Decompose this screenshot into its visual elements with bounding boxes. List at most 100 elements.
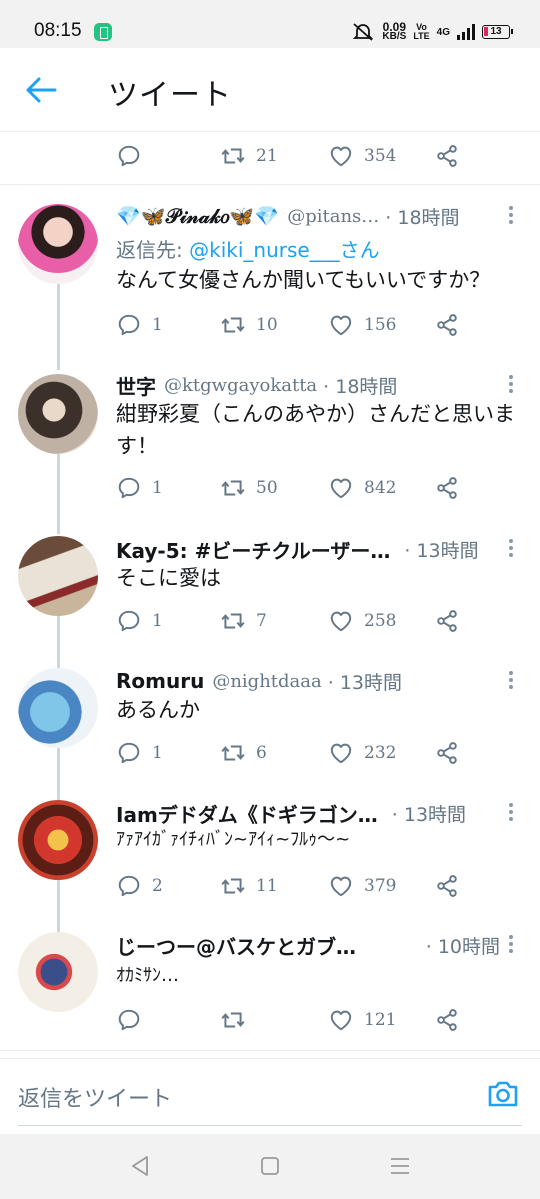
- like-button[interactable]: 379: [328, 871, 396, 901]
- retweet-count: 50: [256, 478, 278, 498]
- nav-home-icon[interactable]: [258, 1154, 282, 1178]
- tweet-actions: 1 7 258: [116, 606, 476, 636]
- retweet-button[interactable]: [220, 1005, 256, 1035]
- retweet-icon: [220, 873, 246, 899]
- share-button[interactable]: [434, 310, 460, 340]
- like-count: 258: [364, 611, 397, 631]
- reply-button[interactable]: 1: [116, 310, 163, 340]
- avatar[interactable]: [18, 374, 98, 454]
- tweet-item[interactable]: Romuru @nightdaaa · 13時間 あるんか 1 6 232: [0, 666, 540, 786]
- more-icon[interactable]: [506, 206, 516, 226]
- more-icon[interactable]: [506, 375, 516, 395]
- avatar[interactable]: [18, 800, 98, 880]
- more-icon[interactable]: [506, 935, 516, 955]
- share-button[interactable]: [434, 871, 460, 901]
- reply-button[interactable]: [116, 1005, 152, 1035]
- like-count: 232: [364, 743, 397, 763]
- camera-icon[interactable]: [486, 1077, 520, 1111]
- tweet-time: · 10時間: [425, 935, 500, 958]
- like-button[interactable]: 156: [328, 310, 396, 340]
- tweet-time: · 18時間: [323, 375, 398, 398]
- like-button[interactable]: 258: [328, 606, 396, 636]
- author-name[interactable]: 💎🦋𝒫𝒾𝓃𝒶𝓀𝑜🦋💎: [116, 204, 279, 228]
- retweet-icon: [220, 740, 246, 766]
- retweet-button[interactable]: 6: [220, 738, 267, 768]
- tweet-item[interactable]: Kay-5: #ビーチクルーザー… · 13時間 そこに愛は 1 7 258: [0, 534, 540, 654]
- more-icon[interactable]: [506, 671, 516, 691]
- share-button[interactable]: [434, 473, 460, 503]
- retweet-button[interactable]: 21: [220, 141, 278, 171]
- tweet-actions: 121: [116, 1005, 476, 1035]
- status-bar: 08:15 0.09 KB/S Vo LTE 4G 13: [0, 0, 540, 48]
- reply-button[interactable]: 1: [116, 606, 163, 636]
- system-nav-bar: [0, 1134, 540, 1199]
- nav-recents-icon[interactable]: [388, 1154, 412, 1178]
- author-name[interactable]: Kay-5: #ビーチクルーザー…: [116, 535, 390, 564]
- retweet-count: 10: [256, 315, 278, 335]
- like-icon: [328, 475, 354, 501]
- more-icon[interactable]: [506, 539, 516, 559]
- author-handle: @nightdaaa: [212, 670, 322, 692]
- retweet-button[interactable]: 10: [220, 310, 278, 340]
- like-button[interactable]: 121: [328, 1005, 396, 1035]
- share-button[interactable]: [434, 606, 460, 636]
- share-icon: [434, 143, 460, 169]
- back-arrow-icon[interactable]: [24, 74, 58, 106]
- author-name[interactable]: じーつー@バスケとガブ…: [116, 931, 356, 960]
- tweet-item[interactable]: Iamデドダム《ドギラゴン… · 13時間 ｱｧｱｲｶﾞｧｲﾁｨﾊﾞﾝ~ｱｲｨ~…: [0, 798, 540, 918]
- like-count: 842: [364, 478, 397, 498]
- tweet-item[interactable]: じーつー@バスケとガブ… · 10時間 ｵｶﾐｻﾝ… 121: [0, 930, 540, 1048]
- retweet-count: 21: [256, 146, 278, 166]
- share-icon: [434, 873, 460, 899]
- reply-count: 1: [152, 315, 163, 335]
- like-button[interactable]: 232: [328, 738, 396, 768]
- author-name[interactable]: Romuru: [116, 669, 204, 693]
- tweet-item[interactable]: 💎🦋𝒫𝒾𝓃𝒶𝓀𝑜🦋💎 @pitans… · 18時間 返信先: @kiki_nu…: [0, 200, 540, 360]
- tweet-header: Kay-5: #ビーチクルーザー… · 13時間: [116, 534, 500, 564]
- status-time: 08:15: [34, 20, 82, 41]
- share-button[interactable]: [434, 1005, 460, 1035]
- reply-composer: 返信をツイート: [0, 1058, 540, 1134]
- divider: [0, 1050, 540, 1051]
- share-icon: [434, 740, 460, 766]
- like-button[interactable]: 354: [328, 141, 396, 171]
- share-button[interactable]: [434, 738, 460, 768]
- reply-icon: [116, 312, 142, 338]
- more-icon[interactable]: [506, 803, 516, 823]
- share-button[interactable]: [434, 141, 460, 171]
- tweet-actions: 1 10 156: [116, 310, 476, 340]
- like-icon: [328, 873, 354, 899]
- tweet-header: 世字 @ktgwgayokatta · 18時間: [116, 370, 500, 400]
- retweet-button[interactable]: 7: [220, 606, 267, 636]
- battery-icon: 13: [482, 25, 513, 39]
- network-speed: 0.09 KB/S: [382, 21, 406, 42]
- top-tweet-actions: 21 354: [116, 141, 476, 171]
- battery-saver-icon: [94, 23, 112, 41]
- reply-button[interactable]: [116, 141, 142, 171]
- avatar[interactable]: [18, 668, 98, 748]
- tweet-item[interactable]: 世字 @ktgwgayokatta · 18時間 紺野彩夏（こんのあやか）さんだ…: [0, 370, 540, 520]
- volte-indicator: Vo LTE: [413, 23, 429, 41]
- reply-icon: [116, 1007, 142, 1033]
- nav-back-icon[interactable]: [128, 1154, 152, 1178]
- author-name[interactable]: 世字: [116, 371, 156, 400]
- retweet-icon: [220, 312, 246, 338]
- share-icon: [434, 1007, 460, 1033]
- reply-input[interactable]: 返信をツイート: [18, 1081, 172, 1113]
- tweet-text: ｱｧｱｲｶﾞｧｲﾁｨﾊﾞﾝ~ｱｲｨ~ﾌﾙｩ〜~: [116, 829, 351, 850]
- avatar[interactable]: [18, 932, 98, 1012]
- reply-button[interactable]: 2: [116, 871, 163, 901]
- retweet-button[interactable]: 11: [220, 871, 278, 901]
- avatar[interactable]: [18, 204, 98, 284]
- reply-to-link[interactable]: @kiki_nurse___さん: [189, 238, 380, 262]
- retweet-button[interactable]: 50: [220, 473, 278, 503]
- reply-button[interactable]: 1: [116, 738, 163, 768]
- reply-button[interactable]: 1: [116, 473, 163, 503]
- tweet-time: · 13時間: [404, 539, 479, 562]
- avatar[interactable]: [18, 536, 98, 616]
- tweet-text: 紺野彩夏（こんのあやか）さんだと思います！: [116, 402, 515, 458]
- tweet-header: 💎🦋𝒫𝒾𝓃𝒶𝓀𝑜🦋💎 @pitans… · 18時間: [116, 201, 500, 231]
- retweet-icon: [220, 143, 246, 169]
- like-count: 379: [364, 876, 397, 896]
- like-button[interactable]: 842: [328, 473, 396, 503]
